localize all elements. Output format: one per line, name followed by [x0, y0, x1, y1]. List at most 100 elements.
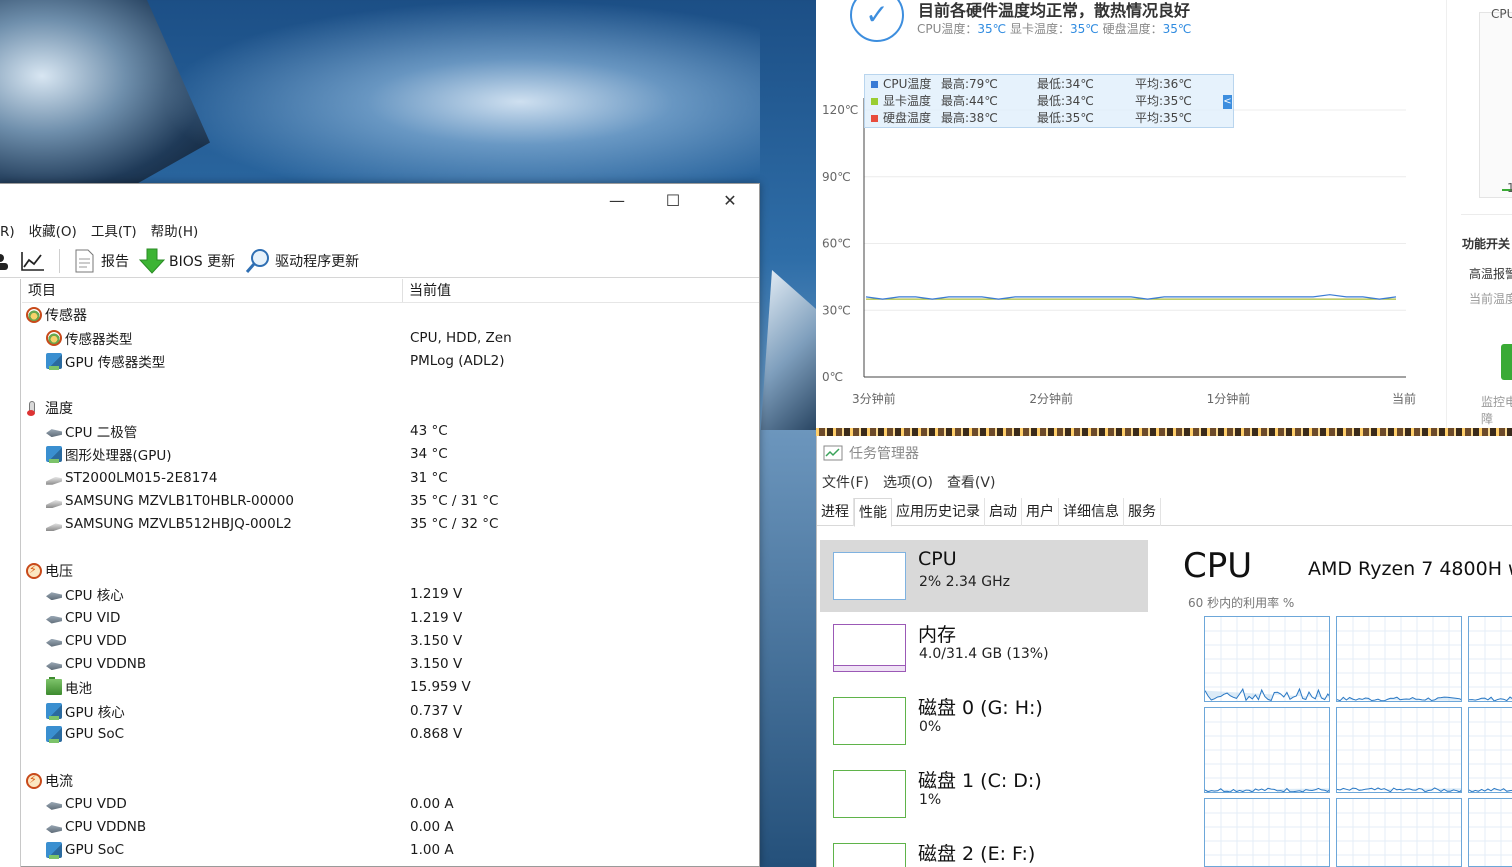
sensor-label-text: CPU 核心	[65, 588, 124, 605]
sensor-group-row[interactable]: 传感器	[22, 303, 759, 326]
sensor-item-row[interactable]: GPU SoC 1.00 A	[22, 839, 759, 862]
sensor-item-row[interactable]: CPU VDDNB 3.150 V	[22, 652, 759, 675]
minimize-button[interactable]: —	[594, 184, 640, 218]
sensor-value: CPU, HDD, Zen	[410, 329, 512, 346]
tab-processes[interactable]: 进程	[817, 498, 854, 526]
processor-usage-line	[1205, 687, 1329, 701]
logical-processor-graph	[1468, 707, 1512, 793]
sensor-icon	[46, 329, 62, 346]
column-header-value[interactable]: 当前值	[403, 279, 451, 302]
cpu-utilization-label: 60 秒内的利用率 %	[1188, 596, 1295, 610]
task-manager-tabs: 进程 性能 应用历史记录 启动 用户 详细信息 服务	[817, 498, 1512, 527]
legend-name: 显卡温度	[883, 94, 932, 108]
gpu-icon	[46, 842, 62, 860]
resource-value: 1%	[919, 792, 942, 808]
sensor-item-row[interactable]: ST2000LM015-2E8174 31 °C	[22, 466, 759, 489]
sensor-label: 温度	[26, 398, 73, 418]
sensor-value: 3.150 V	[410, 656, 463, 673]
chart-icon-button[interactable]	[15, 246, 51, 276]
aida64-menubar: R) 收藏(O) 工具(T) 帮助(H)	[0, 221, 212, 243]
sensor-item-row[interactable]: GPU SoC 0.868 V	[22, 722, 759, 745]
maximize-button[interactable]: ☐	[650, 184, 696, 218]
monitor-toggle-button[interactable]	[1501, 344, 1512, 380]
sensor-item-row[interactable]: CPU VDD 0.00 A	[22, 792, 759, 815]
sensor-label-text: 电池	[65, 681, 92, 698]
chip-icon	[46, 592, 62, 601]
aida64-titlebar[interactable]: — ☐ ✕	[0, 184, 759, 220]
x-tick-label: 3分钟前	[852, 391, 896, 406]
sensor-item-row[interactable]: GPU 核心 0.737 V	[22, 699, 759, 722]
menu-view[interactable]: 查看(V)	[947, 472, 996, 492]
menu-report[interactable]: R)	[0, 221, 21, 243]
sensor-label-text: GPU 核心	[65, 704, 125, 721]
close-button[interactable]: ✕	[707, 184, 753, 218]
sensor-label-text: GPU SoC	[65, 725, 125, 742]
sensor-group-row[interactable]: 电压	[22, 559, 759, 582]
menu-help[interactable]: 帮助(H)	[151, 221, 205, 243]
menu-favorites[interactable]: 收藏(O)	[29, 221, 83, 243]
navigation-tree-pane[interactable]	[0, 279, 21, 867]
sensor-item-row[interactable]: CPU 核心 1.219 V	[22, 583, 759, 606]
tab-services[interactable]: 服务	[1124, 498, 1161, 526]
resource-tile-disk2[interactable]: 磁盘 2 (E: F:)	[820, 831, 1148, 867]
chip-icon	[46, 615, 62, 624]
bios-update-label: BIOS 更新	[169, 253, 236, 270]
bios-update-button[interactable]: BIOS 更新	[134, 246, 240, 276]
cpu-detail-heading: CPU	[1183, 546, 1253, 586]
high-temp-alarm-label[interactable]: 高温报警	[1469, 265, 1512, 282]
tab-performance[interactable]: 性能	[854, 498, 892, 527]
sensor-item-row[interactable]: 图形处理器(GPU) 34 °C	[22, 443, 759, 466]
sensor-item-row[interactable]: CPU VID 1.219 V	[22, 606, 759, 629]
resource-tile-disk1[interactable]: 磁盘 1 (C: D:) 1%	[820, 758, 1148, 830]
sensor-item-row[interactable]: SAMSUNG MZVLB1T0HBLR-00000 35 °C / 31 °C	[22, 489, 759, 512]
sensor-value: 0.868 V	[410, 725, 463, 742]
tab-app-history[interactable]: 应用历史记录	[892, 498, 985, 526]
sensor-group-row[interactable]: 电流	[22, 769, 759, 792]
report-button[interactable]: 报告	[68, 246, 134, 276]
processor-usage-line	[1469, 696, 1512, 701]
sensor-item-row[interactable]: GPU 传感器类型 PMLog (ADL2)	[22, 350, 759, 373]
legend-collapse-button[interactable]: <	[1223, 95, 1232, 109]
resource-tile-disk0[interactable]: 磁盘 0 (G: H:) 0%	[820, 685, 1148, 757]
sensor-label-text: CPU VDDNB	[65, 656, 147, 673]
y-tick-label: 30℃	[822, 303, 851, 317]
logical-processor-graph	[1468, 798, 1512, 867]
cpu-detail-pane: CPU AMD Ryzen 7 4800H w 60 秒内的利用率 %	[1157, 532, 1512, 867]
tab-details[interactable]: 详细信息	[1059, 498, 1124, 526]
user-icon-button[interactable]	[0, 246, 15, 276]
voltage-icon	[26, 562, 42, 579]
chip-icon	[46, 801, 62, 810]
sensor-label: GPU SoC	[46, 842, 124, 860]
sensor-item-row[interactable]: SAMSUNG MZVLB512HBJQ-000L2 35 °C / 32 °C	[22, 513, 759, 536]
tab-users[interactable]: 用户	[1022, 498, 1059, 526]
task-manager-window: 任务管理器 文件(F) 选项(O) 查看(V) 进程 性能 应用历史记录 启动 …	[816, 436, 1512, 867]
resource-value: 2% 2.34 GHz	[919, 574, 1011, 590]
sensor-item-row[interactable]: CPU 二极管 43 °C	[22, 419, 759, 442]
sensor-group-row[interactable]: 温度	[22, 396, 759, 419]
gpu-icon	[46, 353, 62, 371]
gpu-temp-value: 35℃	[1070, 22, 1099, 36]
menu-file[interactable]: 文件(F)	[822, 472, 869, 492]
sensor-label: CPU VDDNB	[46, 656, 146, 672]
battery-icon	[46, 677, 62, 696]
driver-update-button[interactable]: 驱动程序更新	[240, 246, 364, 276]
tab-startup[interactable]: 启动	[985, 498, 1022, 526]
resource-tile-cpu[interactable]: CPU 2% 2.34 GHz	[820, 540, 1148, 612]
task-manager-titlebar[interactable]: 任务管理器	[823, 442, 919, 464]
resource-tile-memory[interactable]: 内存 4.0/31.4 GB (13%)	[820, 612, 1148, 684]
sensor-item-row[interactable]: 电池 15.959 V	[22, 676, 759, 699]
legend-avg: 平均:35℃	[1135, 111, 1192, 125]
resource-name: 磁盘 0 (G: H:)	[918, 697, 1043, 719]
hdd-temp-label: 硬盘温度：	[1102, 22, 1163, 36]
sensor-rows: 传感器 传感器类型 CPU, HDD, Zen GPU 传感器类型 PMLog (ADL…	[22, 303, 759, 862]
line-chart-icon	[21, 251, 44, 271]
sensor-item-row[interactable]: CPU VDDNB 0.00 A	[22, 816, 759, 839]
sensor-item-row[interactable]: CPU VDD 3.150 V	[22, 629, 759, 652]
processor-usage-sparkline	[1469, 617, 1512, 701]
wallpaper-town-lights	[816, 428, 1512, 436]
sensor-item-row[interactable]: 传感器类型 CPU, HDD, Zen	[22, 326, 759, 349]
column-header-item[interactable]: 项目	[22, 279, 403, 302]
menu-options[interactable]: 选项(O)	[883, 472, 933, 492]
menu-tools[interactable]: 工具(T)	[91, 221, 143, 243]
legend-row-hdd: 硬盘温度 最高:38℃ 最低:35℃ 平均:35℃	[865, 110, 1233, 127]
